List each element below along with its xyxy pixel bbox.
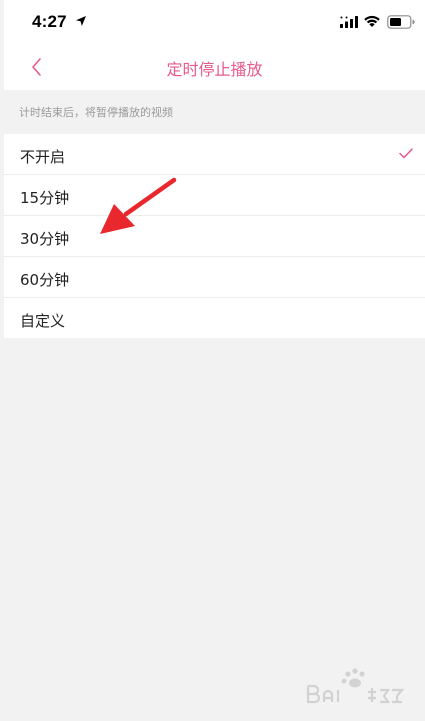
option-label: 自定义: [20, 312, 66, 330]
status-bar: 4:27: [4, 0, 425, 44]
option-15-min[interactable]: 15分钟: [4, 175, 425, 216]
section-header-text: 计时结束后，将暂停播放的视频: [19, 106, 173, 119]
check-icon: [399, 148, 413, 159]
timer-options-list: 不开启 15分钟 30分钟 60分钟 自定义: [4, 134, 425, 338]
option-off[interactable]: 不开启: [4, 134, 425, 175]
option-label: 30分钟: [20, 230, 70, 248]
option-label: 不开启: [20, 148, 66, 166]
watermark-logo: [306, 668, 405, 704]
section-header: 计时结束后，将暂停播放的视频: [4, 90, 425, 134]
cellular-signal-icon: [340, 16, 358, 28]
nav-bar: 定时停止播放: [4, 44, 425, 90]
option-label: 15分钟: [20, 189, 70, 207]
status-time: 4:27: [32, 12, 67, 31]
wifi-icon: [364, 15, 380, 27]
app-screen: 4:27 定时停止播放 计时结束后，将暂停播放的视频 不开启 15分钟 30分钟…: [4, 0, 425, 721]
battery-icon: [387, 15, 415, 29]
option-custom[interactable]: 自定义: [4, 298, 425, 338]
option-30-min[interactable]: 30分钟: [4, 216, 425, 257]
page-title: 定时停止播放: [166, 60, 263, 79]
option-label: 60分钟: [20, 271, 70, 289]
option-60-min[interactable]: 60分钟: [4, 257, 425, 298]
location-arrow-icon: [76, 16, 86, 26]
